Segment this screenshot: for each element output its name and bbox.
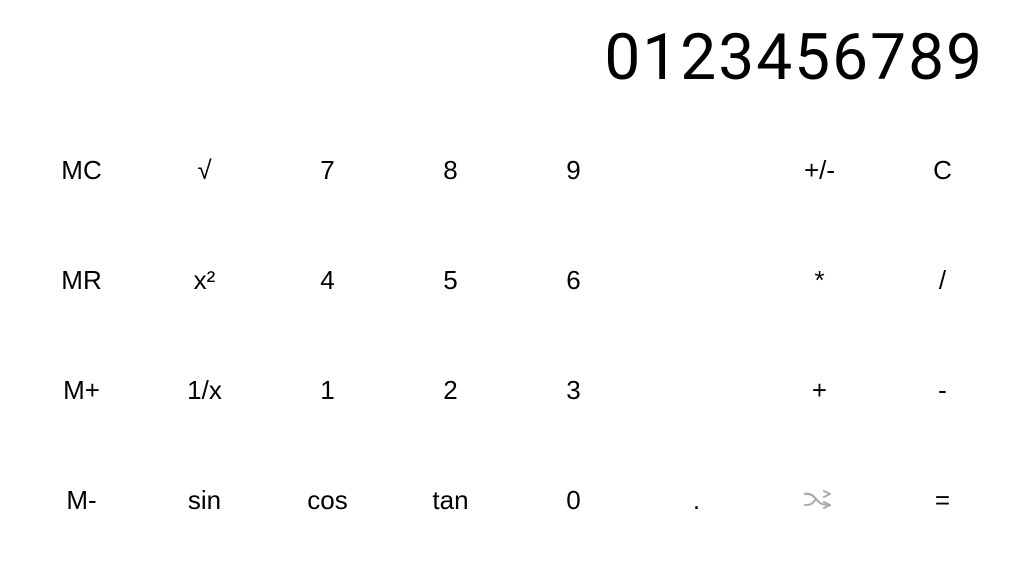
shuffle-button[interactable] xyxy=(758,466,881,536)
display-value: 0123456789 xyxy=(604,20,984,95)
five-button[interactable]: 5 xyxy=(389,245,512,315)
eight-button[interactable]: 8 xyxy=(389,135,512,205)
mplus-button[interactable]: M+ xyxy=(20,356,143,426)
display-area: 0123456789 xyxy=(0,0,1024,105)
tan-button[interactable]: tan xyxy=(389,466,512,536)
mminus-button[interactable]: M- xyxy=(20,466,143,536)
add-button[interactable]: + xyxy=(758,356,881,426)
button-row-2: MR x² 4 5 6 * / xyxy=(20,225,1004,335)
cos-button[interactable]: cos xyxy=(266,466,389,536)
divide-button[interactable]: / xyxy=(881,245,1004,315)
sin-button[interactable]: sin xyxy=(143,466,266,536)
square-button[interactable]: x² xyxy=(143,245,266,315)
mc-button[interactable]: MC xyxy=(20,135,143,205)
button-row-4: M- sin cos tan 0 . xyxy=(20,446,1004,556)
reciprocal-button[interactable]: 1/x xyxy=(143,356,266,426)
plus-minus-button[interactable]: +/- xyxy=(758,135,881,205)
seven-button[interactable]: 7 xyxy=(266,135,389,205)
mr-button[interactable]: MR xyxy=(20,245,143,315)
button-row-3: M+ 1/x 1 2 3 + - xyxy=(20,336,1004,446)
two-button[interactable]: 2 xyxy=(389,356,512,426)
six-button[interactable]: 6 xyxy=(512,245,635,315)
one-button[interactable]: 1 xyxy=(266,356,389,426)
equals-button[interactable]: = xyxy=(881,466,1004,536)
buttons-area: MC √ 7 8 9 +/- C MR x² 4 5 6 * / M+ 1/x … xyxy=(0,105,1024,576)
nine-button[interactable]: 9 xyxy=(512,135,635,205)
four-button[interactable]: 4 xyxy=(266,245,389,315)
multiply-button[interactable]: * xyxy=(758,245,881,315)
subtract-button[interactable]: - xyxy=(881,356,1004,426)
zero-button[interactable]: 0 xyxy=(512,466,635,536)
clear-button[interactable]: C xyxy=(881,135,1004,205)
shuffle-icon xyxy=(804,490,836,512)
button-row-1: MC √ 7 8 9 +/- C xyxy=(20,115,1004,225)
three-button[interactable]: 3 xyxy=(512,356,635,426)
calculator: 0123456789 MC √ 7 8 9 +/- C MR x² 4 5 6 … xyxy=(0,0,1024,576)
decimal-button[interactable]: . xyxy=(635,466,758,536)
sqrt-button[interactable]: √ xyxy=(143,135,266,205)
